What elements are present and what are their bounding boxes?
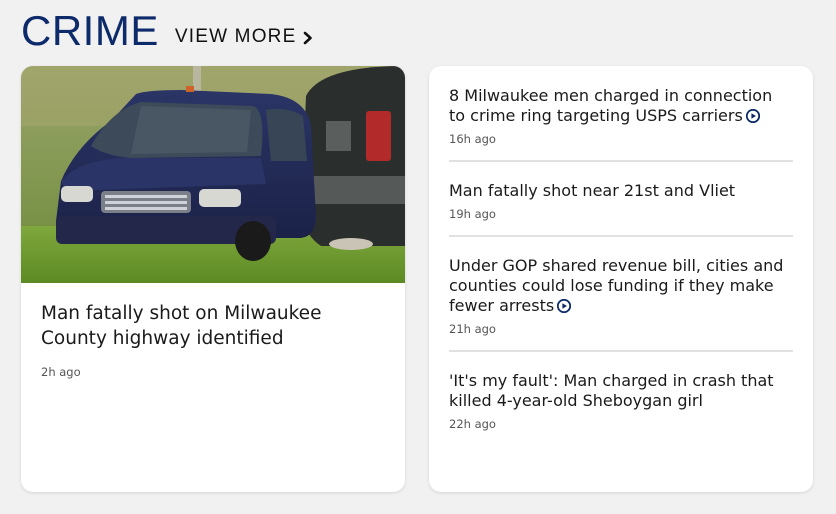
story-item[interactable]: Man fatally shot near 21st and Vliet 19h… bbox=[449, 181, 793, 237]
featured-story-headline[interactable]: Man fatally shot on Milwaukee County hig… bbox=[41, 301, 385, 351]
story-headline[interactable]: Under GOP shared revenue bill, cities an… bbox=[449, 256, 793, 316]
featured-story-card[interactable]: Man fatally shot on Milwaukee County hig… bbox=[21, 66, 405, 492]
view-more-label: VIEW MORE bbox=[174, 26, 297, 47]
story-headline[interactable]: Man fatally shot near 21st and Vliet bbox=[449, 181, 793, 201]
story-item[interactable]: 8 Milwaukee men charged in connection to… bbox=[449, 86, 793, 162]
story-timestamp: 19h ago bbox=[449, 207, 496, 221]
story-headline[interactable]: 8 Milwaukee men charged in connection to… bbox=[449, 86, 793, 126]
story-item[interactable]: Under GOP shared revenue bill, cities an… bbox=[449, 256, 793, 352]
story-headline-text: 8 Milwaukee men charged in connection to… bbox=[449, 86, 773, 125]
section-title: CRIME bbox=[21, 7, 159, 54]
story-timestamp: 22h ago bbox=[449, 417, 496, 431]
chevron-right-icon bbox=[302, 30, 314, 45]
section-header: CRIME VIEW MORE bbox=[21, 4, 314, 54]
story-headline-text: 'It's my fault': Man charged in crash th… bbox=[449, 371, 774, 410]
story-timestamp: 21h ago bbox=[449, 322, 496, 336]
view-more-link[interactable]: VIEW MORE bbox=[175, 26, 315, 48]
story-timestamp: 16h ago bbox=[449, 132, 496, 146]
story-list: 8 Milwaukee men charged in connection to… bbox=[429, 66, 813, 445]
play-video-icon bbox=[745, 108, 760, 124]
story-headline-text: Under GOP shared revenue bill, cities an… bbox=[449, 256, 784, 315]
featured-story-image[interactable] bbox=[21, 66, 405, 283]
story-headline-text: Man fatally shot near 21st and Vliet bbox=[449, 181, 736, 200]
featured-story-timestamp: 2h ago bbox=[41, 365, 81, 379]
story-list-card: 8 Milwaukee men charged in connection to… bbox=[429, 66, 813, 492]
story-item[interactable]: 'It's my fault': Man charged in crash th… bbox=[449, 371, 793, 445]
play-video-icon bbox=[557, 298, 572, 314]
story-headline[interactable]: 'It's my fault': Man charged in crash th… bbox=[449, 371, 793, 411]
featured-story-text: Man fatally shot on Milwaukee County hig… bbox=[21, 283, 405, 379]
